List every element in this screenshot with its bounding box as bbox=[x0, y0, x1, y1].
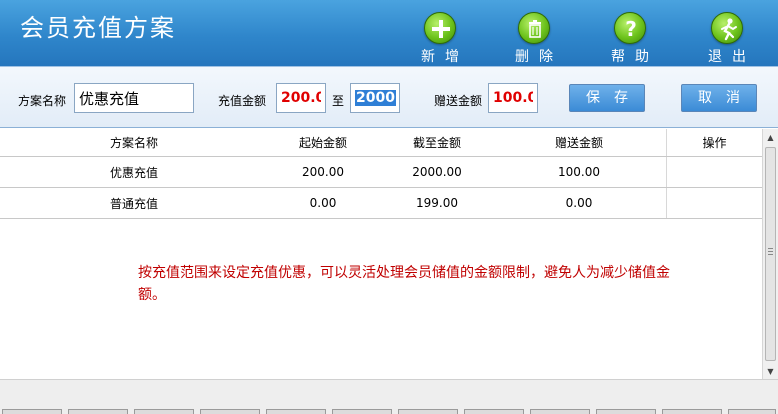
amount-max-selected-text: 2000 bbox=[355, 90, 396, 106]
column-header-op[interactable]: 操作 bbox=[666, 129, 762, 156]
recharge-amount-label: 充值金额 bbox=[218, 94, 267, 108]
footer-tab[interactable] bbox=[662, 409, 722, 414]
footer-tab[interactable] bbox=[728, 409, 776, 414]
column-header-name[interactable]: 方案名称 bbox=[110, 129, 158, 156]
footer-strip bbox=[0, 379, 778, 414]
column-header-end[interactable]: 截至金额 bbox=[382, 129, 492, 156]
footer-tab[interactable] bbox=[134, 409, 194, 414]
help-icon: ? bbox=[614, 12, 646, 44]
scheme-name-input[interactable] bbox=[74, 83, 194, 113]
plus-icon bbox=[424, 12, 456, 44]
gift-amount-input[interactable] bbox=[488, 83, 538, 113]
trash-icon bbox=[518, 12, 550, 44]
footer-tab[interactable] bbox=[266, 409, 326, 414]
gift-amount-label: 赠送金额 bbox=[434, 94, 483, 108]
page-title: 会员充值方案 bbox=[20, 14, 176, 42]
delete-button-label: 删除 bbox=[515, 49, 563, 65]
scroll-up-arrow-icon[interactable]: ▲ bbox=[763, 129, 778, 145]
to-label: 至 bbox=[332, 94, 345, 108]
grip-icon bbox=[768, 248, 773, 257]
add-button[interactable]: 新增 bbox=[410, 8, 470, 66]
footer-tab[interactable] bbox=[530, 409, 590, 414]
help-button[interactable]: ? 帮助 bbox=[600, 8, 660, 66]
cell-name: 普通充值 bbox=[110, 196, 159, 211]
help-button-label: 帮助 bbox=[611, 49, 659, 65]
save-button[interactable]: 保存 bbox=[569, 84, 645, 112]
footer-tab[interactable] bbox=[596, 409, 656, 414]
cell-gift: 0.00 bbox=[565, 196, 593, 210]
table-row[interactable]: 优惠充值 200.00 2000.00 100.00 bbox=[0, 157, 762, 188]
footer-tab[interactable] bbox=[398, 409, 458, 414]
svg-text:?: ? bbox=[625, 17, 637, 41]
scrollbar-thumb[interactable] bbox=[765, 147, 776, 361]
footer-tab[interactable] bbox=[332, 409, 392, 414]
scroll-down-arrow-icon[interactable]: ▼ bbox=[763, 363, 778, 379]
cell-end: 2000.00 bbox=[412, 165, 462, 179]
add-button-label: 新增 bbox=[421, 49, 469, 65]
table-row[interactable]: 普通充值 0.00 199.00 0.00 bbox=[0, 188, 762, 219]
column-header-gift[interactable]: 赠送金额 bbox=[524, 129, 634, 156]
cell-gift: 100.00 bbox=[558, 165, 600, 179]
scheme-name-label: 方案名称 bbox=[18, 94, 67, 108]
cell-end: 199.00 bbox=[416, 196, 458, 210]
footer-tab[interactable] bbox=[200, 409, 260, 414]
amount-max-input[interactable]: 2000 bbox=[350, 83, 400, 113]
scheme-form: 方案名称 充值金额 至 2000 赠送金额 保存 取消 bbox=[0, 66, 778, 128]
cell-op[interactable] bbox=[666, 157, 762, 187]
exit-button[interactable]: 退出 bbox=[697, 8, 757, 66]
scheme-table: 方案名称 起始金额 截至金额 赠送金额 操作 优惠充值 200.00 2000.… bbox=[0, 129, 762, 379]
footer-tab[interactable] bbox=[464, 409, 524, 414]
exit-button-label: 退出 bbox=[708, 49, 756, 65]
table-header: 方案名称 起始金额 截至金额 赠送金额 操作 bbox=[0, 129, 762, 157]
footer-tab[interactable] bbox=[2, 409, 62, 414]
hint-text: 按充值范围来设定充值优惠，可以灵活处理会员储值的金额限制，避免人为减少储值金额。 bbox=[138, 265, 670, 303]
amount-min-input[interactable] bbox=[276, 83, 326, 113]
cell-name: 优惠充值 bbox=[110, 165, 159, 180]
footer-tab[interactable] bbox=[68, 409, 128, 414]
delete-button[interactable]: 删除 bbox=[504, 8, 564, 66]
cancel-button[interactable]: 取消 bbox=[681, 84, 757, 112]
vertical-scrollbar[interactable]: ▲ ▼ bbox=[762, 129, 778, 379]
column-header-start[interactable]: 起始金额 bbox=[268, 129, 378, 156]
cell-start: 200.00 bbox=[302, 165, 344, 179]
footer-tabs bbox=[0, 408, 778, 414]
cell-start: 0.00 bbox=[309, 196, 337, 210]
title-bar: 会员充值方案 新增 删除 ? 帮助 退出 bbox=[0, 0, 778, 66]
exit-icon bbox=[711, 12, 743, 44]
cell-op[interactable] bbox=[666, 188, 762, 218]
